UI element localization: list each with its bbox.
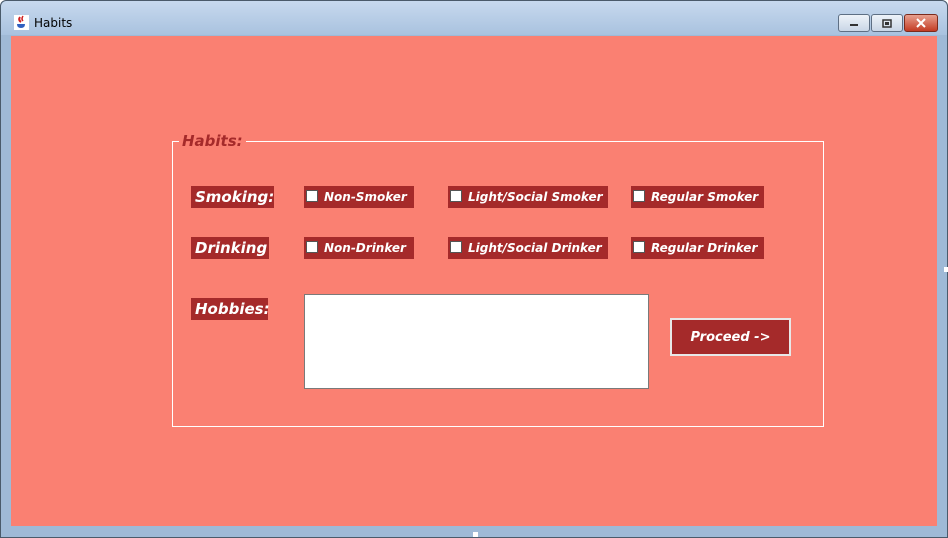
checkbox-light-social-drinker[interactable]: Light/Social Drinker bbox=[448, 237, 608, 259]
checkbox-non-smoker[interactable]: Non-Smoker bbox=[304, 186, 414, 208]
checkbox-non-drinker[interactable]: Non-Drinker bbox=[304, 237, 414, 259]
checkbox-label: Light/Social Drinker bbox=[468, 241, 602, 255]
close-button[interactable] bbox=[904, 14, 938, 32]
close-icon bbox=[916, 18, 926, 28]
checkbox-label: Regular Drinker bbox=[651, 241, 758, 255]
resize-handle-bottom[interactable] bbox=[473, 532, 478, 537]
smoking-label: Smoking: bbox=[191, 186, 274, 208]
title-bar[interactable]: Habits bbox=[1, 1, 947, 35]
maximize-icon bbox=[882, 18, 892, 28]
maximize-button[interactable] bbox=[871, 14, 903, 32]
checkbox-label: Non-Drinker bbox=[324, 241, 406, 255]
checkbox-regular-smoker[interactable]: Regular Smoker bbox=[631, 186, 764, 208]
checkbox-box[interactable] bbox=[450, 190, 462, 202]
form-panel: Habits: Smoking: Non-Smoker Light/Social… bbox=[11, 36, 937, 526]
checkbox-box[interactable] bbox=[633, 190, 645, 202]
checkbox-light-social-smoker[interactable]: Light/Social Smoker bbox=[448, 186, 608, 208]
hobbies-textarea[interactable] bbox=[304, 294, 649, 389]
drinking-label: Drinking bbox=[191, 237, 269, 259]
hobbies-label: Hobbies: bbox=[191, 298, 270, 320]
resize-handle-right[interactable] bbox=[944, 267, 948, 272]
window-title: Habits bbox=[34, 16, 73, 30]
minimize-icon bbox=[850, 24, 858, 26]
minimize-button[interactable] bbox=[838, 14, 870, 32]
java-cup-icon bbox=[14, 15, 29, 30]
checkbox-regular-drinker[interactable]: Regular Drinker bbox=[631, 237, 764, 259]
app-window: Habits Habits: Smoking: Non-Smoker Light… bbox=[0, 0, 948, 538]
habits-group-title: Habits: bbox=[179, 132, 246, 150]
checkbox-box[interactable] bbox=[633, 241, 645, 253]
checkbox-box[interactable] bbox=[450, 241, 462, 253]
checkbox-box[interactable] bbox=[306, 241, 318, 253]
checkbox-label: Light/Social Smoker bbox=[468, 190, 603, 204]
checkbox-label: Non-Smoker bbox=[324, 190, 407, 204]
checkbox-box[interactable] bbox=[306, 190, 318, 202]
proceed-button[interactable]: Proceed -> bbox=[670, 318, 791, 356]
checkbox-label: Regular Smoker bbox=[651, 190, 759, 204]
